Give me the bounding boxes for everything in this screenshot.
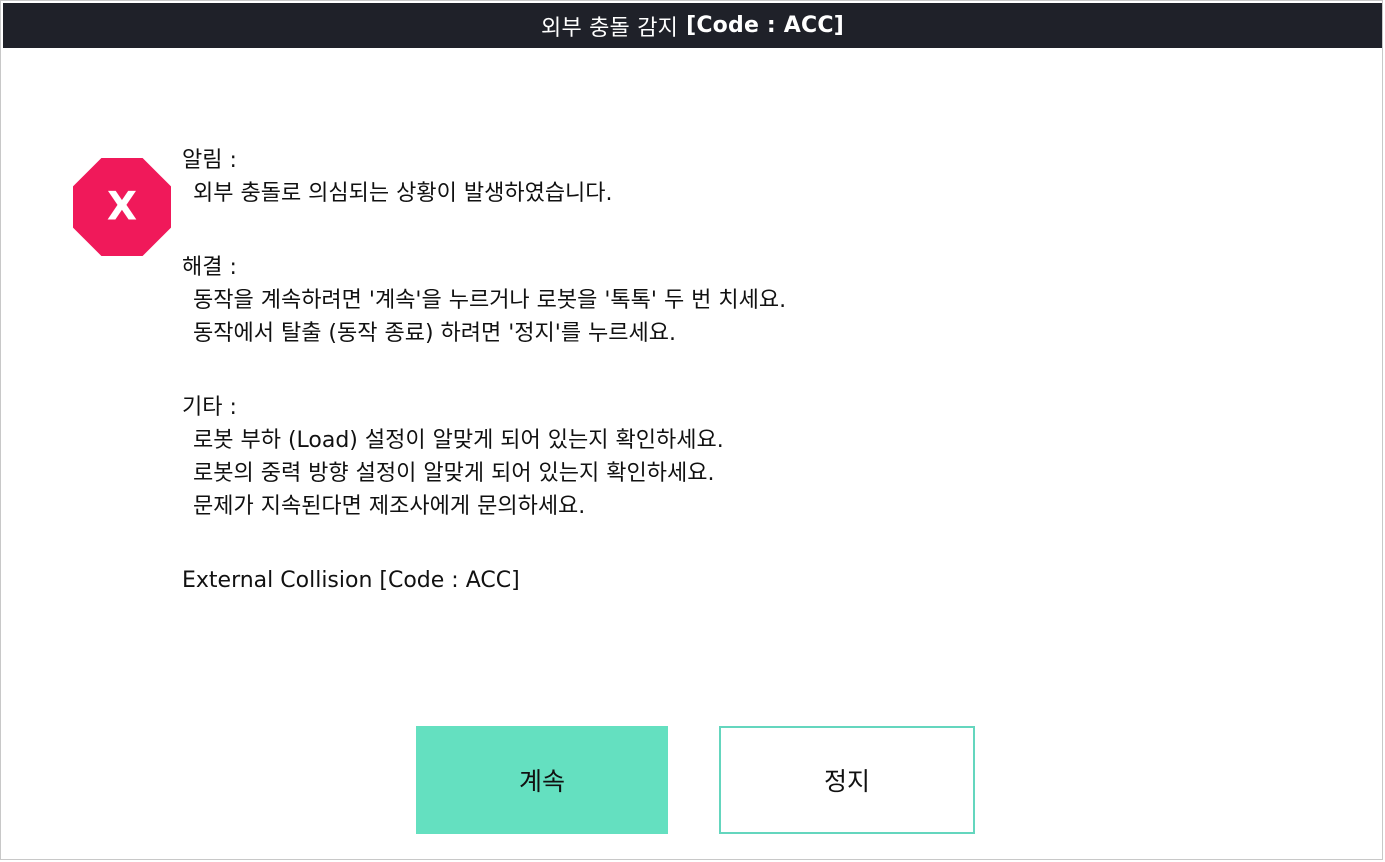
other-line: 문제가 지속된다면 제조사에게 문의하세요. [193, 494, 586, 519]
solution-line: 동작에서 탈출 (동작 종료) 하려면 '정지'를 누르세요. [193, 321, 677, 346]
stop-button[interactable]: 정지 [719, 726, 975, 834]
dialog-title-bar: 외부 충돌 감지 [Code : ACC] [3, 3, 1382, 48]
dialog-title-code: [Code : ACC] [686, 13, 844, 38]
other-heading: 기타 : [182, 395, 237, 420]
other-line: 로봇 부하 (Load) 설정이 알맞게 되어 있는지 확인하세요. [193, 428, 724, 453]
error-glyph: X [107, 185, 137, 230]
message-body: 알림 : 외부 충돌로 의심되는 상황이 발생하였습니다. 해결 : 동작을 계… [182, 144, 1282, 597]
english-error-code: External Collision [Code : ACC] [182, 568, 520, 593]
notice-heading: 알림 : [182, 148, 237, 173]
solution-line: 동작을 계속하려면 '계속'을 누르거나 로봇을 '톡톡' 두 번 치세요. [193, 288, 787, 313]
error-dialog: 외부 충돌 감지 [Code : ACC] X 알림 : 외부 충돌로 의심되는… [0, 0, 1383, 860]
stop-button-label: 정지 [823, 767, 870, 796]
continue-button-label: 계속 [518, 767, 565, 796]
error-octagon-icon: X [73, 158, 171, 256]
dialog-title: 외부 충돌 감지 [541, 15, 679, 41]
notice-line: 외부 충돌로 의심되는 상황이 발생하였습니다. [193, 181, 613, 206]
solution-heading: 해결 : [182, 255, 237, 280]
other-line: 로봇의 중력 방향 설정이 알맞게 되어 있는지 확인하세요. [193, 461, 715, 486]
continue-button[interactable]: 계속 [416, 726, 668, 834]
